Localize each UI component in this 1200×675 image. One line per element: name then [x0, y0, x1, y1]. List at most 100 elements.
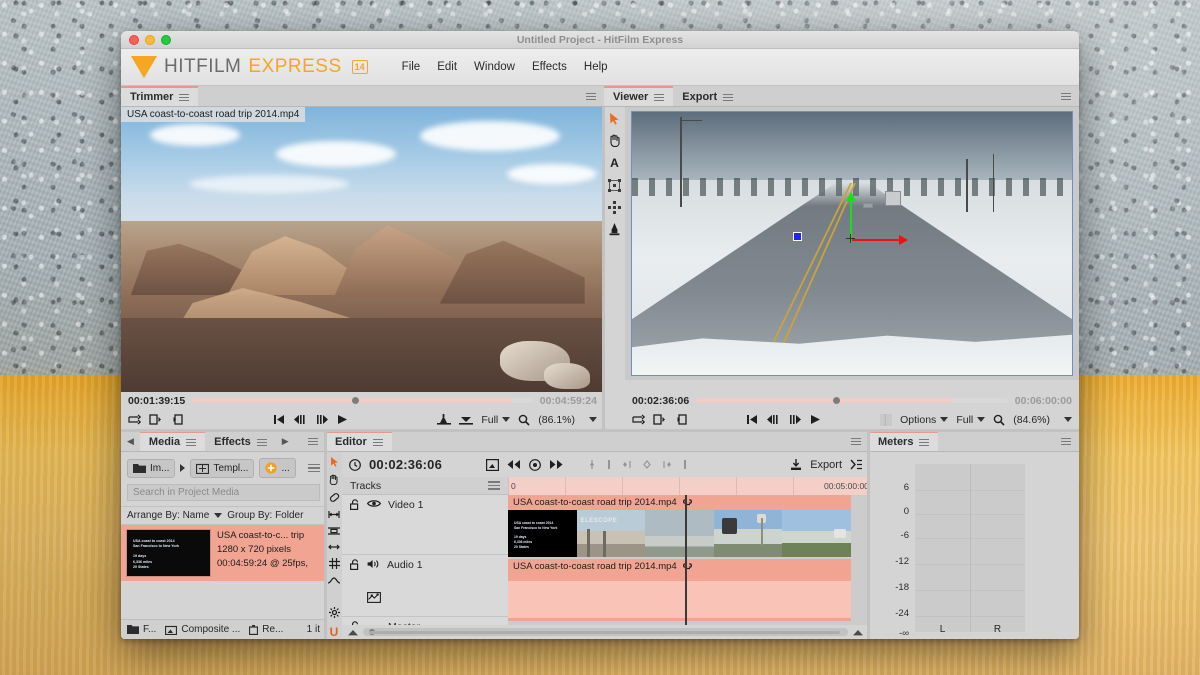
tabstrip-scroll-right-icon[interactable]: ▶ — [276, 431, 295, 451]
close-button[interactable] — [129, 35, 139, 45]
tab-export[interactable]: Export — [673, 86, 742, 106]
fast-forward-icon[interactable] — [549, 459, 563, 470]
move-tool-icon[interactable] — [608, 201, 621, 214]
text-tool-icon[interactable]: A — [610, 156, 619, 170]
viewer-zoom-chevron-icon[interactable] — [1064, 417, 1072, 422]
divider-top-bottom[interactable] — [121, 429, 1079, 432]
meters-tab-menu-icon[interactable] — [919, 437, 929, 448]
viewer-step-back-icon[interactable] — [766, 414, 780, 425]
export-download-icon[interactable] — [790, 459, 802, 471]
transform-x-axis[interactable] — [852, 239, 900, 241]
divider-media-editor[interactable] — [324, 431, 327, 639]
editor-current-timecode[interactable]: 00:02:36:06 — [369, 457, 442, 472]
scrollbar-track[interactable] — [363, 628, 848, 636]
track-header-video-1[interactable]: Video 1 — [342, 495, 508, 555]
timeline-ruler[interactable]: 0 00:05:00:00 — [508, 477, 869, 495]
play-icon[interactable] — [337, 414, 348, 425]
magnet-snap-icon[interactable]: U — [330, 625, 339, 639]
rate-stretch-tool-icon[interactable] — [328, 526, 340, 536]
viewer-zoom-magnifier-icon[interactable] — [993, 414, 1005, 426]
tab-meters[interactable]: Meters — [869, 431, 938, 451]
trimmer-scrubber[interactable] — [192, 398, 533, 403]
menu-effects[interactable]: Effects — [532, 61, 567, 73]
editor-panel-menu-icon[interactable] — [843, 431, 869, 451]
meters-panel-menu-icon[interactable] — [1053, 431, 1079, 451]
set-out-point-icon[interactable] — [149, 414, 162, 425]
divider-editor-meters[interactable] — [867, 431, 870, 639]
curve-tool-icon[interactable] — [328, 576, 340, 585]
menu-window[interactable]: Window — [474, 61, 515, 73]
select-tool-icon[interactable] — [609, 112, 620, 125]
viewer-quality-dropdown[interactable]: Full — [956, 414, 985, 426]
media-list-item[interactable]: USA coast to coast 2014 San Francisco to… — [121, 525, 326, 581]
editor-tab-menu-icon[interactable] — [373, 437, 383, 448]
editor-select-tool-icon[interactable] — [330, 456, 339, 467]
viewer-options-dropdown[interactable]: Options — [900, 414, 948, 426]
tab-trimmer[interactable]: Trimmer — [121, 86, 198, 106]
lock-icon[interactable] — [350, 499, 360, 510]
viewer-video-frame[interactable] — [631, 111, 1073, 376]
effects-tab-menu-icon[interactable] — [257, 437, 267, 448]
keyframe-diamond-icon[interactable] — [641, 459, 653, 470]
viewer-safe-area-icon[interactable] — [880, 414, 892, 426]
mask-tool-icon[interactable] — [609, 223, 620, 236]
viewer-tab-menu-icon[interactable] — [654, 92, 664, 103]
viewer-panel-menu-icon[interactable] — [1053, 86, 1079, 106]
viewer-set-out-point-icon[interactable] — [653, 414, 666, 425]
trimmer-quality-dropdown[interactable]: Full — [481, 414, 510, 426]
next-keyframe-icon[interactable] — [661, 459, 673, 470]
search-input[interactable]: Search in Project Media — [127, 484, 320, 501]
end-marker-icon[interactable] — [681, 459, 689, 470]
viewer-stage[interactable] — [625, 107, 1079, 380]
editor-settings-gear-icon[interactable] — [329, 607, 340, 618]
templates-button[interactable]: Templ... — [190, 459, 254, 478]
import-button[interactable]: Im... — [127, 459, 175, 478]
step-forward-icon[interactable] — [315, 414, 329, 425]
trimmer-scrub-row[interactable]: 00:01:39:15 00:04:59:24 — [121, 392, 604, 409]
window-controls[interactable] — [129, 35, 171, 45]
timeline-horizontal-scrollbar[interactable] — [342, 625, 869, 639]
viewer-go-to-start-icon[interactable] — [746, 414, 758, 425]
tab-media[interactable]: Media — [140, 431, 205, 451]
zoom-in-icon[interactable] — [853, 629, 863, 636]
zoom-magnifier-icon[interactable] — [518, 414, 530, 426]
trimmer-zoom-chevron-icon[interactable] — [589, 417, 597, 422]
editor-hand-tool-icon[interactable] — [329, 474, 339, 485]
selection-handle[interactable] — [793, 232, 802, 241]
media-tab-menu-icon[interactable] — [186, 437, 196, 448]
export-tab-menu-icon[interactable] — [723, 92, 733, 103]
new-item-button[interactable]: ... — [259, 458, 295, 478]
menu-edit[interactable]: Edit — [437, 61, 457, 73]
zoom-button[interactable] — [161, 35, 171, 45]
arrange-chevron-down-icon[interactable] — [214, 513, 222, 518]
trim-tool-icon[interactable] — [328, 510, 340, 519]
slide-tool-icon[interactable] — [328, 543, 340, 551]
transform-anchor-point[interactable] — [846, 234, 855, 243]
rewind-icon[interactable] — [507, 459, 521, 470]
window-titlebar[interactable]: Untitled Project - HitFilm Express — [121, 31, 1079, 49]
divider-trimmer-viewer[interactable] — [602, 107, 605, 431]
snapshot-icon[interactable] — [486, 459, 499, 471]
viewer-set-in-point-icon[interactable] — [674, 414, 687, 425]
status-recent[interactable]: Re... — [249, 624, 283, 635]
track-header-audio-1[interactable]: Audio 1 — [342, 555, 508, 617]
audio-link-icon[interactable] — [681, 563, 694, 571]
trimmer-tab-menu-icon[interactable] — [179, 92, 189, 103]
menu-help[interactable]: Help — [584, 61, 608, 73]
add-keyframe-icon[interactable] — [587, 459, 597, 470]
marker-icon[interactable] — [605, 459, 613, 470]
loop-icon[interactable] — [128, 414, 141, 425]
insert-clip-icon[interactable] — [437, 414, 451, 425]
speaker-icon[interactable] — [367, 559, 380, 569]
go-to-start-icon[interactable] — [273, 414, 285, 425]
viewer-loop-icon[interactable] — [632, 414, 645, 425]
timeline-canvas[interactable]: USA coast-to-coast road trip 2014.mp4 US… — [508, 495, 869, 625]
tab-editor[interactable]: Editor — [326, 431, 392, 451]
group-by-dropdown[interactable]: Group By: Folder — [227, 510, 303, 521]
viewer-step-forward-icon[interactable] — [788, 414, 802, 425]
video-clip-1[interactable]: USA coast-to-coast road trip 2014.mp4 US… — [508, 495, 851, 557]
media-view-options-icon[interactable] — [308, 462, 320, 475]
tracks-menu-icon[interactable] — [488, 479, 500, 492]
editor-export-label[interactable]: Export — [810, 459, 842, 471]
media-panel-menu-icon[interactable] — [300, 431, 326, 451]
